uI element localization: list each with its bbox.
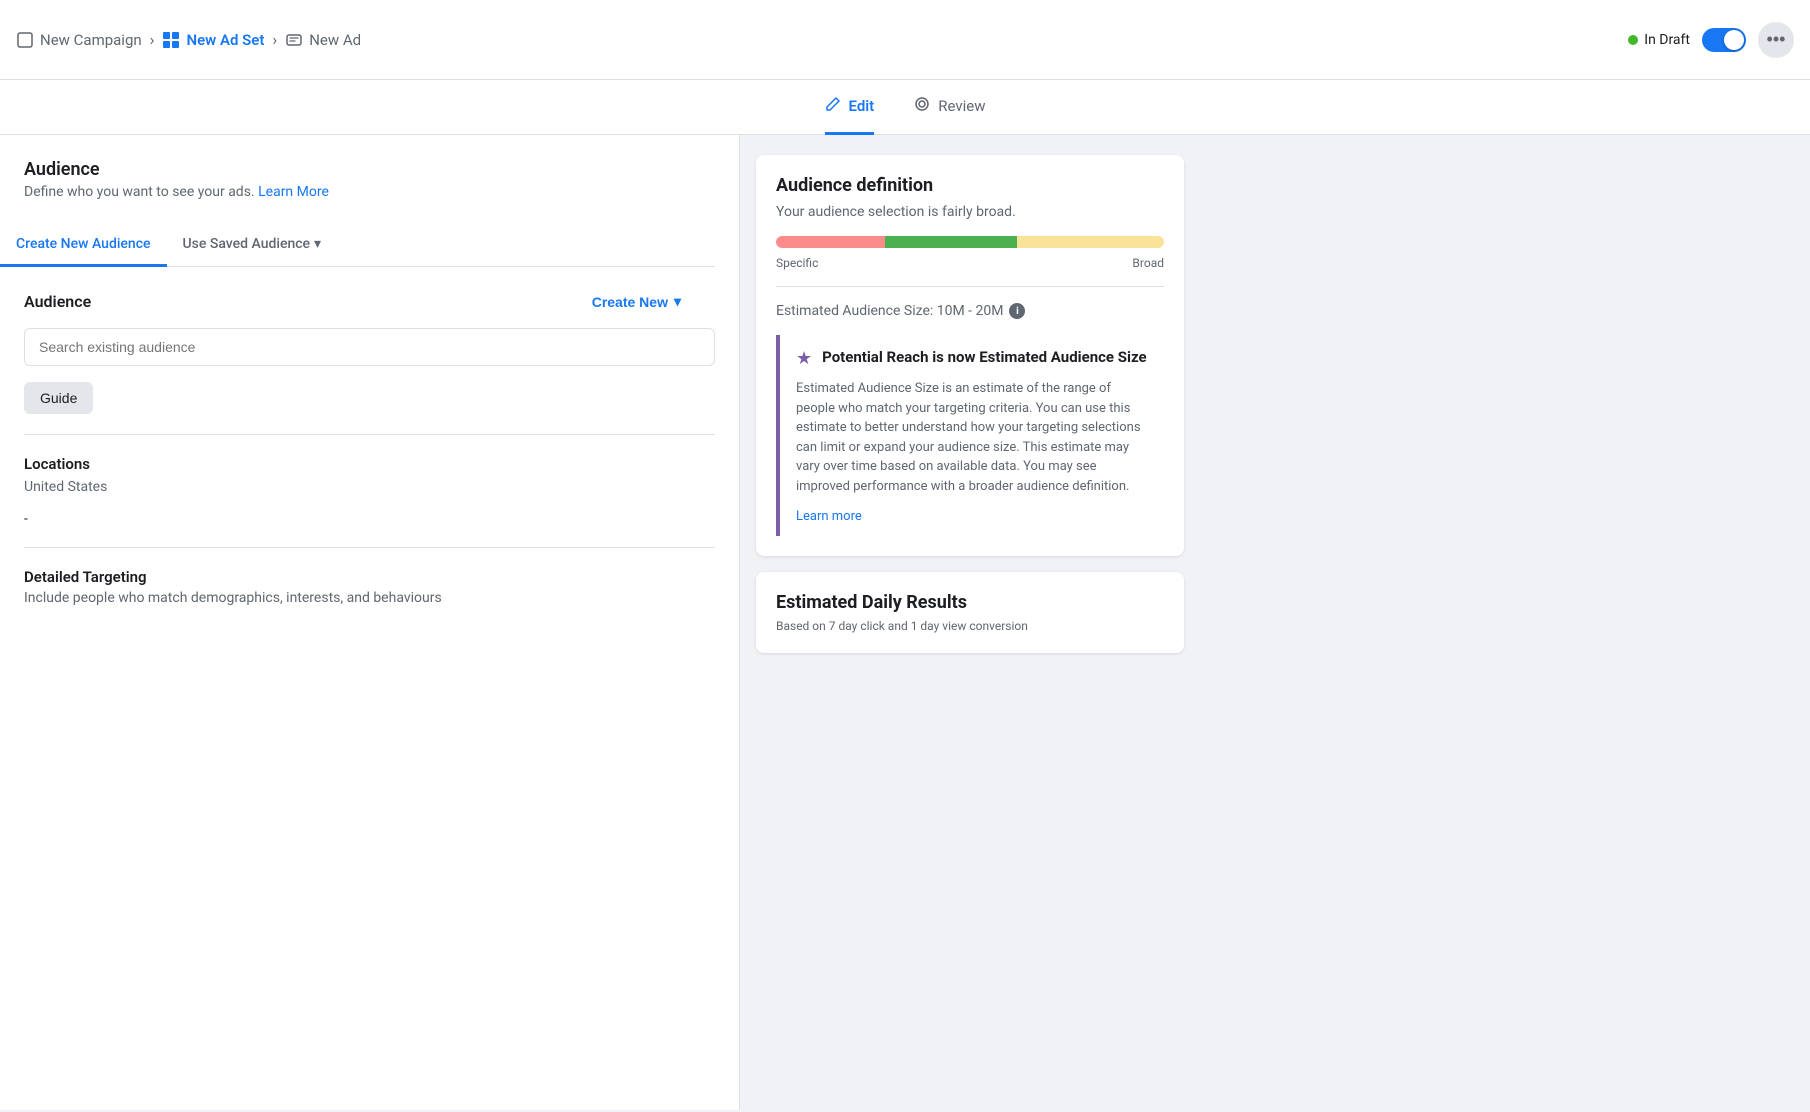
audience-def-title: Audience definition: [776, 175, 1164, 196]
breadcrumb-sep-2: ›: [272, 30, 277, 49]
more-options-button[interactable]: •••: [1758, 22, 1794, 58]
top-bar-right: In Draft •••: [1628, 22, 1794, 58]
tab-edit[interactable]: Edit: [825, 80, 875, 135]
notify-title: Potential Reach is now Estimated Audienc…: [822, 347, 1146, 368]
locations-value: United States: [24, 479, 715, 495]
ad-label: New Ad: [309, 31, 361, 49]
draft-label: In Draft: [1644, 32, 1690, 48]
adset-icon: [162, 31, 180, 49]
detailed-targeting-field: Detailed Targeting Include people who ma…: [24, 568, 715, 606]
tab-bar: Edit Review: [0, 80, 1810, 135]
create-new-chevron-icon: ▾: [674, 293, 681, 310]
info-icon[interactable]: i: [1009, 303, 1025, 319]
in-draft-status: In Draft: [1628, 32, 1690, 48]
dropdown-chevron-icon: ▾: [314, 236, 321, 252]
breadcrumb-adset[interactable]: New Ad Set: [162, 31, 264, 49]
create-new-label: Create New: [592, 294, 668, 310]
audience-size-row: Estimated Audience Size: 10M - 20M i: [776, 303, 1164, 319]
potential-reach-notify: ★ Potential Reach is now Estimated Audie…: [776, 335, 1164, 536]
age-value: -: [24, 511, 715, 527]
meter-specific-segment: [776, 236, 885, 248]
tab-create-new-audience[interactable]: Create New Audience: [0, 224, 167, 267]
audience-section-header: Audience Define who you want to see your…: [0, 159, 739, 224]
campaign-label: New Campaign: [40, 31, 142, 49]
guide-button-label: Guide: [40, 390, 77, 406]
audience-meter: [776, 236, 1164, 248]
notify-body: Estimated Audience Size is an estimate o…: [796, 379, 1152, 496]
audience-panel-section: Audience Create New ▾ Guide Locations Un…: [0, 287, 739, 646]
breadcrumb-sep-1: ›: [150, 30, 155, 49]
ad-icon: [285, 31, 303, 49]
star-icon: ★: [796, 348, 812, 369]
edit-tab-label: Edit: [849, 97, 875, 115]
meter-labels: Specific Broad: [776, 256, 1164, 270]
adset-label: New Ad Set: [186, 31, 264, 49]
breadcrumb: New Campaign › New Ad Set › New Ad: [16, 30, 1628, 49]
audience-def-subtitle: Your audience selection is fairly broad.: [776, 204, 1164, 220]
section-heading: Audience: [24, 159, 715, 180]
create-new-button[interactable]: Create New ▾: [582, 287, 691, 316]
campaign-icon: [16, 31, 34, 49]
draft-dot-icon: [1628, 35, 1638, 45]
audience-type-tabs: Create New Audience Use Saved Audience ▾: [0, 224, 715, 267]
notify-learn-more-link[interactable]: Learn more: [796, 509, 862, 524]
estimated-results-subtitle: Based on 7 day click and 1 day view conv…: [776, 619, 1164, 633]
notify-header: ★ Potential Reach is now Estimated Audie…: [796, 347, 1152, 369]
age-field: -: [24, 511, 715, 527]
audience-search-row: Audience Create New ▾: [24, 287, 715, 328]
breadcrumb-campaign[interactable]: New Campaign: [16, 31, 142, 49]
meter-broad-segment: [1017, 236, 1164, 248]
more-icon: •••: [1767, 29, 1786, 50]
top-bar: New Campaign › New Ad Set › New Ad: [0, 0, 1810, 80]
section-divider-1: [24, 434, 715, 435]
meter-broad-label: Broad: [1132, 256, 1164, 270]
detailed-targeting-sub: Include people who match demographics, i…: [24, 590, 715, 606]
estimated-results-card: Estimated Daily Results Based on 7 day c…: [756, 572, 1184, 653]
right-panel: Audience definition Your audience select…: [740, 135, 1200, 1110]
detailed-targeting-label: Detailed Targeting: [24, 568, 715, 586]
guide-button[interactable]: Guide: [24, 382, 93, 414]
audience-search-wrap: [24, 328, 715, 366]
section-subtitle-text: Define who you want to see your ads.: [24, 184, 255, 200]
edit-icon: [825, 96, 841, 116]
audience-size-label: Estimated Audience Size: 10M - 20M: [776, 303, 1003, 319]
use-saved-audience-tab-label: Use Saved Audience: [183, 236, 311, 252]
meter-specific-label: Specific: [776, 256, 818, 270]
left-panel: Audience Define who you want to see your…: [0, 135, 740, 1110]
meter-mid-segment: [885, 236, 1017, 248]
breadcrumb-ad[interactable]: New Ad: [285, 31, 361, 49]
create-new-audience-tab-label: Create New Audience: [16, 236, 151, 252]
audience-section-label: Audience: [24, 292, 91, 311]
review-icon: [914, 96, 930, 116]
card-divider: [776, 286, 1164, 287]
search-audience-input[interactable]: [24, 328, 715, 366]
section-divider-2: [24, 547, 715, 548]
section-subtitle: Define who you want to see your ads. Lea…: [24, 184, 715, 200]
estimated-results-title: Estimated Daily Results: [776, 592, 1164, 613]
review-tab-label: Review: [938, 97, 985, 115]
tab-use-saved-audience[interactable]: Use Saved Audience ▾: [167, 224, 338, 267]
locations-label: Locations: [24, 455, 715, 473]
tab-review[interactable]: Review: [914, 80, 985, 135]
draft-toggle[interactable]: [1702, 28, 1746, 52]
locations-field: Locations United States: [24, 455, 715, 495]
audience-definition-card: Audience definition Your audience select…: [756, 155, 1184, 556]
learn-more-link[interactable]: Learn More: [258, 184, 329, 200]
main-content: Audience Define who you want to see your…: [0, 135, 1810, 1110]
